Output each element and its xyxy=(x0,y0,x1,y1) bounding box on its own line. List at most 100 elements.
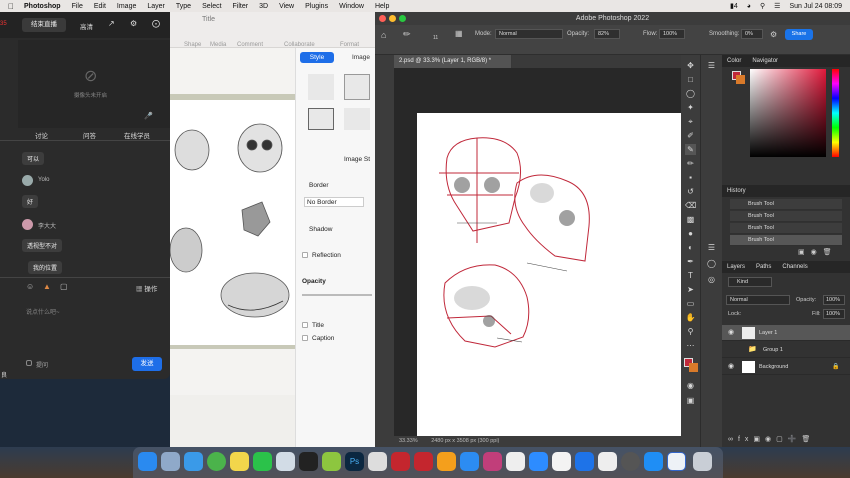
pdf-icon[interactable] xyxy=(414,452,433,471)
clone-stamp-tool-icon[interactable]: ▪ xyxy=(685,172,696,183)
remind-checkbox[interactable] xyxy=(26,360,32,366)
image-style-swatch[interactable] xyxy=(344,74,370,100)
document-tab[interactable]: 2.psd @ 33.3% (Layer 1, RGB/8) * xyxy=(394,55,512,68)
brush-preset-icon[interactable]: ✏ xyxy=(403,29,411,40)
paths-tab[interactable]: Paths xyxy=(756,264,771,270)
minimize-window-button[interactable] xyxy=(389,15,396,22)
screen-mode-icon[interactable]: ▣ xyxy=(685,395,696,406)
caption-checkbox[interactable] xyxy=(302,335,308,341)
app-icon[interactable] xyxy=(552,452,571,471)
color-tab[interactable]: Color xyxy=(727,58,741,64)
hue-slider[interactable] xyxy=(832,69,839,157)
menu-app-name[interactable]: Photoshop xyxy=(24,3,61,10)
menu-type[interactable]: Type xyxy=(176,3,191,10)
brush-tool-icon[interactable]: ✎ xyxy=(685,144,696,155)
menu-window[interactable]: Window xyxy=(339,3,364,10)
history-actions[interactable]: ▣◉🗑 xyxy=(798,248,838,256)
layer-opacity-input[interactable]: 100% xyxy=(823,295,845,305)
eye-icon[interactable]: ◉ xyxy=(728,325,734,341)
quick-mask-icon[interactable]: ◉ xyxy=(685,380,696,391)
zoom-tool-icon[interactable]: ⚲ xyxy=(685,326,696,337)
quick-select-tool-icon[interactable]: ✦ xyxy=(685,102,696,113)
pencil-tool-icon[interactable]: ✏ xyxy=(685,158,696,169)
messages-icon[interactable] xyxy=(276,452,295,471)
gift-icon[interactable]: ▲ xyxy=(43,282,51,291)
menu-select[interactable]: Select xyxy=(202,3,221,10)
tab-qa[interactable]: 问答 xyxy=(83,130,96,140)
wifi-icon[interactable]: ◕ xyxy=(747,3,751,10)
emoji-icon[interactable]: ☺ xyxy=(26,282,34,291)
battery-status[interactable]: ▮4 xyxy=(730,2,738,10)
border-select[interactable]: No Border xyxy=(304,197,364,207)
eraser-tool-icon[interactable]: ⌫ xyxy=(685,200,696,211)
home-icon[interactable]: ⌂ xyxy=(381,30,386,40)
history-item-selected[interactable]: Brush Tool xyxy=(730,235,842,246)
share-screen-icon[interactable]: ↗ xyxy=(108,19,115,28)
pen-tool-icon[interactable]: ✒ xyxy=(685,256,696,267)
menu-layer[interactable]: Layer xyxy=(147,3,165,10)
finder-icon[interactable] xyxy=(138,452,157,471)
tab-online-students[interactable]: 在线学员 xyxy=(124,130,150,140)
canvas-area[interactable] xyxy=(394,68,692,438)
zoom-window-button[interactable] xyxy=(399,15,406,22)
photoshop-dock-icon[interactable]: Ps xyxy=(345,452,364,471)
qq-icon[interactable] xyxy=(299,452,318,471)
history-item[interactable]: Brush Tool xyxy=(730,211,842,222)
image-style-swatch[interactable] xyxy=(308,108,334,130)
image-style-swatch[interactable] xyxy=(308,74,334,100)
layers-tab[interactable]: Layers xyxy=(727,264,745,270)
menu-filter[interactable]: Filter xyxy=(233,3,249,10)
more-tools-icon[interactable]: ⋯ xyxy=(685,340,696,351)
comment-button[interactable]: Comment xyxy=(237,42,263,48)
layer-row[interactable]: ◉ Layer 1 xyxy=(722,325,850,341)
channels-tab[interactable]: Channels xyxy=(782,264,807,270)
move-tool-icon[interactable]: ✥ xyxy=(685,60,696,71)
history-brush-tool-icon[interactable]: ↺ xyxy=(685,186,696,197)
navigator-tab[interactable]: Navigator xyxy=(752,58,778,64)
hand-tool-icon[interactable]: ✋ xyxy=(685,312,696,323)
operations-button[interactable]: ▦ 操作 xyxy=(136,283,157,293)
path-select-tool-icon[interactable]: ➤ xyxy=(685,284,696,295)
layer-actions[interactable]: ∞fx▣◉▢➕🗑 xyxy=(728,435,815,443)
launchpad-icon[interactable] xyxy=(161,452,180,471)
eyedropper-tool-icon[interactable]: ✐ xyxy=(685,130,696,141)
mic-icon[interactable]: 🎤 xyxy=(144,112,153,120)
smoothing-input[interactable]: 0% xyxy=(741,29,763,39)
layer-filter-kind[interactable]: Kind xyxy=(728,277,772,287)
menu-file[interactable]: File xyxy=(72,3,83,10)
layer-row[interactable]: 📁 Group 1 xyxy=(722,342,850,358)
app-icon[interactable] xyxy=(368,452,387,471)
app-icon[interactable] xyxy=(621,452,640,471)
menu-plugins[interactable]: Plugins xyxy=(305,3,328,10)
brush-settings-icon[interactable]: ▦ xyxy=(455,29,463,38)
chrome-icon[interactable] xyxy=(207,452,226,471)
chat-input[interactable]: 说点什么吧~ xyxy=(26,307,60,316)
layers-panel-icon[interactable]: ☰ xyxy=(706,242,717,253)
crop-tool-icon[interactable]: ⌖ xyxy=(685,116,696,127)
color-picker-field[interactable] xyxy=(750,69,826,157)
app-icon[interactable] xyxy=(506,452,525,471)
document-canvas[interactable] xyxy=(417,113,692,438)
shape-button[interactable]: Shape xyxy=(184,42,201,48)
keynote-slide[interactable] xyxy=(169,94,295,349)
media-button[interactable]: Media xyxy=(210,42,226,48)
border-label[interactable]: Border xyxy=(309,182,329,189)
menu-3d[interactable]: 3D xyxy=(259,3,268,10)
keynote-icon[interactable] xyxy=(460,452,479,471)
close-window-button[interactable] xyxy=(379,15,386,22)
notes-icon[interactable] xyxy=(230,452,249,471)
flow-input[interactable]: 100% xyxy=(659,29,685,39)
zoom-level[interactable]: 33.33% xyxy=(399,438,418,444)
dodge-tool-icon[interactable]: ◐ xyxy=(685,242,696,253)
background-swatch[interactable] xyxy=(736,75,745,84)
apple-icon[interactable]:  xyxy=(8,2,14,11)
fill-input[interactable]: 100% xyxy=(823,309,845,319)
zoom-icon[interactable] xyxy=(529,452,548,471)
search-icon[interactable]: ⚲ xyxy=(760,2,765,10)
style-tab[interactable]: Style xyxy=(300,52,334,63)
image-style-swatch[interactable] xyxy=(344,108,370,130)
reflection-checkbox[interactable] xyxy=(302,252,308,258)
shadow-label[interactable]: Shadow xyxy=(309,226,333,233)
blur-tool-icon[interactable]: ● xyxy=(685,228,696,239)
gradient-tool-icon[interactable]: ▩ xyxy=(685,214,696,225)
